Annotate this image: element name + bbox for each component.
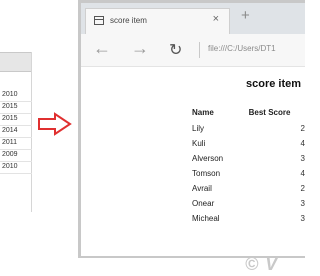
address-bar[interactable]: file:///C:/Users/DT1 [208, 44, 276, 53]
column-divider [31, 52, 32, 212]
forward-arrow-icon[interactable]: → [131, 38, 149, 59]
table-row: Micheal 3 [192, 211, 305, 226]
year-cell[interactable]: 2010 [2, 91, 18, 99]
column-header-name: Name [192, 108, 214, 117]
score-cell: 3 [300, 154, 305, 163]
row-gridline [0, 173, 32, 174]
year-cell[interactable]: 2009 [2, 151, 18, 159]
address-separator [199, 42, 200, 58]
browser-window: score item × + ← → ↻ file:///C:/Users/DT… [78, 0, 305, 258]
table-header-row: Name Best Score [192, 105, 305, 121]
name-cell: Micheal [192, 214, 220, 223]
page-heading: score item [246, 78, 302, 90]
right-arrow-icon [38, 112, 72, 136]
score-cell: 4 [300, 169, 305, 178]
row-gridline [0, 161, 32, 162]
table-row: Avrail 2 [192, 181, 305, 196]
spreadsheet-fragment: 2010 2015 2015 2014 2011 2009 2010 [0, 44, 34, 214]
table-row: Onear 3 [192, 196, 305, 211]
back-arrow-icon[interactable]: ← [93, 38, 111, 59]
year-cell[interactable]: 2015 [2, 103, 18, 111]
row-gridline [0, 149, 32, 150]
name-cell: Kuli [192, 139, 206, 148]
navigation-bar: ← → ↻ file:///C:/Users/DT1 [81, 34, 305, 67]
name-cell: Lily [192, 124, 205, 133]
year-cell[interactable]: 2010 [2, 163, 18, 171]
year-cell[interactable]: 2014 [2, 127, 18, 135]
close-tab-icon[interactable]: × [213, 13, 219, 25]
tab-bar: score item × + [81, 3, 305, 34]
table-row: Alverson 3 [192, 151, 305, 166]
spreadsheet-header-row [0, 52, 32, 72]
year-cell[interactable]: 2011 [2, 139, 17, 147]
name-cell: Tomson [192, 169, 221, 178]
score-cell: 3 [300, 199, 305, 208]
name-cell: Avrail [192, 184, 212, 193]
score-cell: 4 [300, 139, 305, 148]
year-cell[interactable]: 2015 [2, 115, 18, 123]
table-row: Lily 2 [192, 121, 305, 136]
score-cell: 2 [300, 124, 305, 133]
score-cell: 3 [300, 214, 305, 223]
new-tab-icon[interactable]: + [241, 7, 250, 24]
page-icon [94, 16, 104, 25]
page-content: score item Name Best Score Lily 2 Kuli 4 Alv… [81, 67, 305, 256]
tab-title: score item [110, 16, 147, 25]
row-gridline [0, 137, 32, 138]
tab-score-item[interactable]: score item × [85, 8, 230, 34]
row-gridline [0, 113, 32, 114]
name-cell: Alverson [192, 154, 224, 163]
score-cell: 2 [300, 184, 305, 193]
table-row: Kuli 4 [192, 136, 305, 151]
row-gridline [0, 125, 32, 126]
name-cell: Onear [192, 199, 215, 208]
refresh-icon[interactable]: ↻ [169, 40, 182, 60]
column-header-best-score: Best Score [248, 108, 291, 117]
score-table: Name Best Score Lily 2 Kuli 4 Alverson 3 Tomso… [192, 105, 305, 226]
table-row: Tomson 4 [192, 166, 305, 181]
row-gridline [0, 101, 32, 102]
watermark: © V [245, 254, 279, 274]
